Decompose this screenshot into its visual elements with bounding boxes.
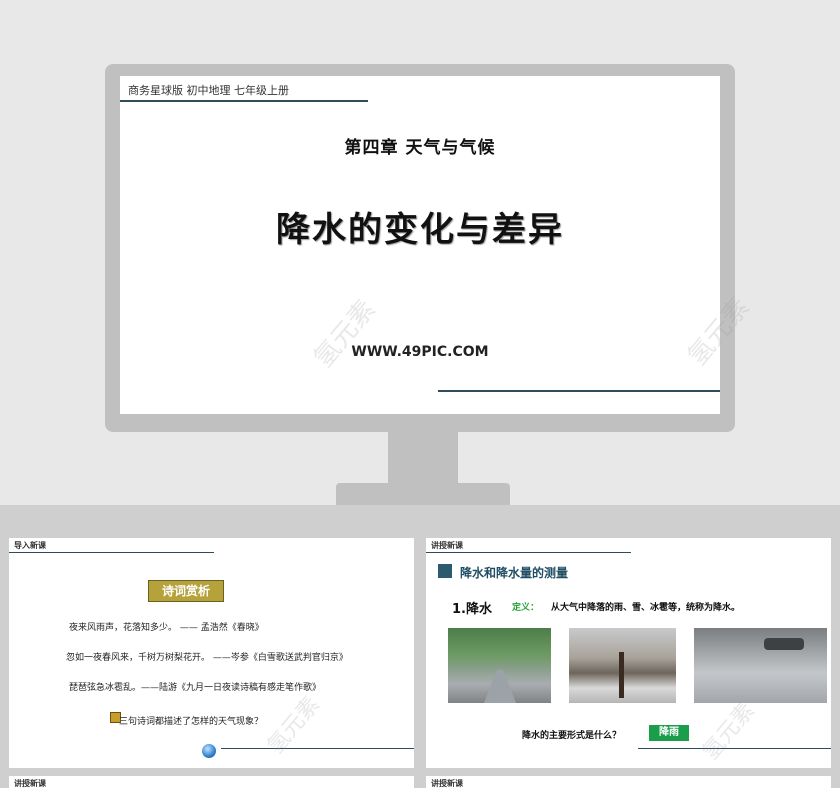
section-marker-icon [438, 564, 452, 578]
slide-thumbnail-lesson[interactable]: 讲授新课 降水和降水量的测量 1.降水 定义： 从大气中降落的雨、雪、冰雹等，统… [426, 538, 831, 768]
monitor-stand-base [336, 483, 510, 505]
subsection-title: 1.降水 [452, 602, 492, 617]
definition-text: 从大气中降落的雨、雪、冰雹等，统称为降水。 [551, 603, 741, 613]
slide-thumbnail-next-right[interactable]: 讲授新课 [426, 776, 831, 788]
poem-line: 夜来风雨声，花落知多少。 —— 孟浩然《春晓》 [69, 623, 264, 633]
header-rule [120, 100, 368, 102]
answer-badge: 降雨 [649, 725, 689, 741]
globe-icon [202, 744, 216, 758]
footer-rule [438, 390, 720, 392]
slide-label: 讲授新课 [14, 778, 46, 788]
slide-header-rule [426, 552, 631, 553]
chapter-title: 第四章 天气与气候 [344, 138, 496, 158]
slide-thumbnail-next-left[interactable]: 讲授新课 [9, 776, 414, 788]
lesson-question: 降水的主要形式是什么？ [522, 731, 622, 741]
watermark: 氢元素 [698, 698, 760, 765]
poem-line: 忽如一夜春风来，千树万树梨花开。 ——岑参《白雪歌送武判官归京》 [66, 653, 348, 663]
slide-label: 讲授新课 [431, 540, 463, 550]
slide-header-rule [9, 552, 214, 553]
poetry-badge: 诗词赏析 [148, 580, 224, 602]
slide-thumbnail-intro[interactable]: 导入新课 诗词赏析 夜来风雨声，花落知多少。 —— 孟浩然《春晓》 忽如一夜春风… [9, 538, 414, 768]
tree-trunk [619, 652, 624, 698]
cover-slide: 商务星球版 初中地理 七年级上册 第四章 天气与气候 降水的变化与差异 WWW.… [120, 76, 755, 414]
slide-footer-rule [638, 748, 831, 749]
road-shape [484, 670, 516, 703]
slide-label: 讲授新课 [431, 778, 463, 788]
section-title: 降水和降水量的测量 [460, 566, 569, 580]
site-url: WWW.49PIC.COM [351, 344, 489, 360]
textbook-header: 商务星球版 初中地理 七年级上册 [128, 84, 289, 97]
watermark: 氢元素 [308, 294, 382, 374]
car-shape [764, 638, 804, 650]
definition-label: 定义： [512, 603, 540, 613]
rain-road-photo [448, 628, 551, 703]
poem-line: 琵琶弦急冰雹乱。——陆游《九月一日夜读诗稿有感走笔作歌》 [69, 683, 322, 693]
intro-question: 三句诗词都描述了怎样的天气现象？ [119, 717, 264, 727]
hail-ground-photo [694, 628, 827, 703]
monitor-stand-neck [388, 432, 458, 484]
slide-footer-rule [221, 748, 414, 749]
slide-label: 导入新课 [14, 540, 46, 550]
lesson-title: 降水的变化与差异 [276, 210, 564, 250]
snow-tree-photo [569, 628, 676, 703]
